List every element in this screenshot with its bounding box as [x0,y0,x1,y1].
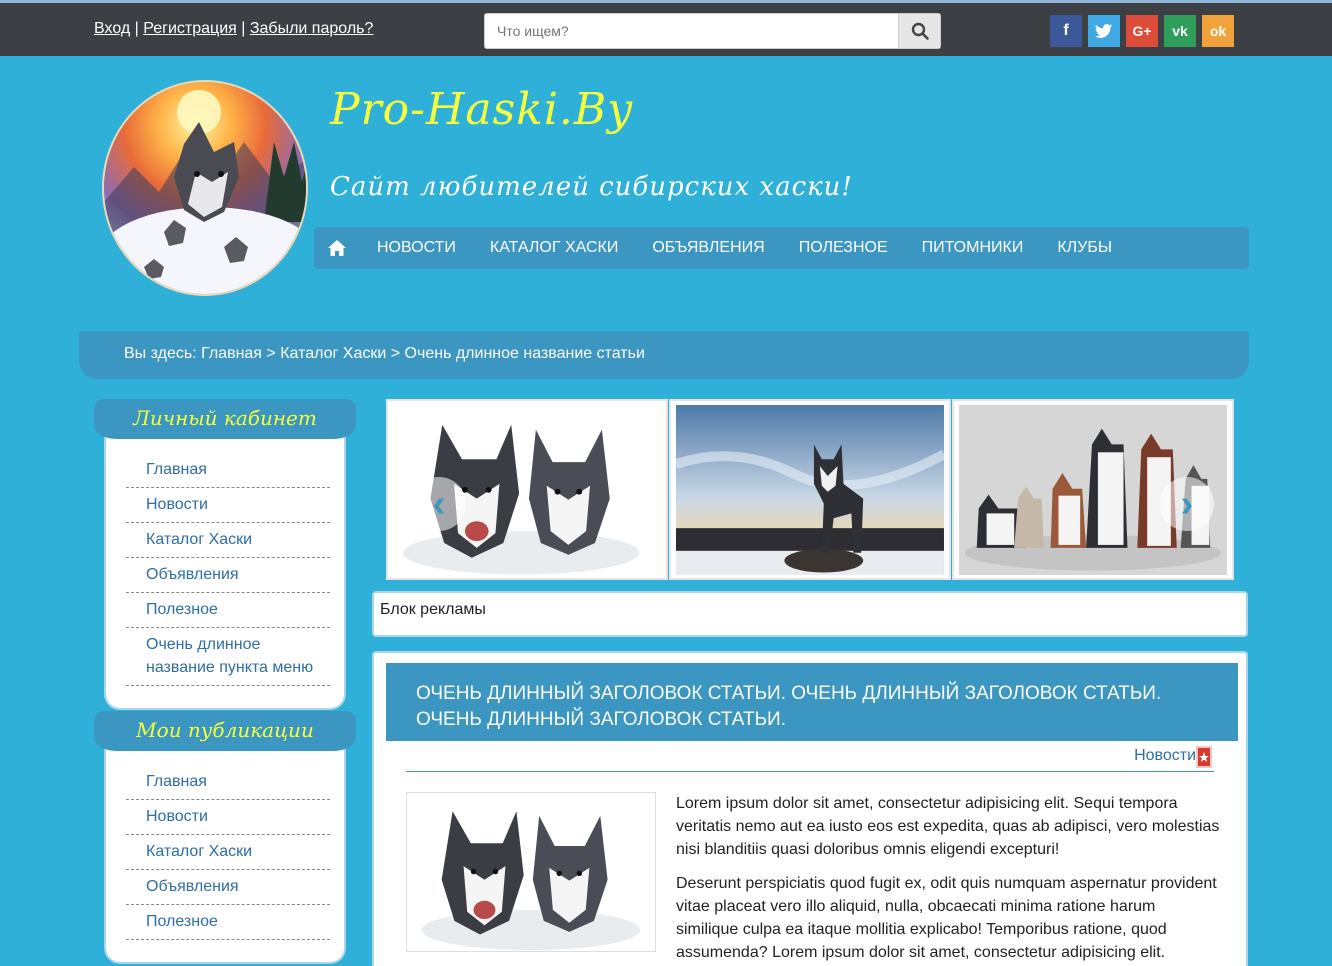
sidebar-publications-title: Мои публикации [94,711,356,751]
nav-item-catalog[interactable]: Каталог хаски [473,239,635,257]
search-input[interactable] [485,14,899,48]
nav-item-clubs[interactable]: Клубы [1040,239,1129,257]
chevron-right-icon: › [1180,482,1194,525]
auth-links: Вход | Регистрация | Забыли пароль? [94,20,373,38]
article: Очень длинный заголовок статьи. Очень дл… [372,651,1248,966]
odnoklassniki-button[interactable]: ok [1202,15,1234,47]
nav-item-news[interactable]: Новости [360,239,473,257]
ad-block: Блок рекламы [372,591,1248,637]
home-icon [328,240,346,256]
site-title[interactable]: Pro-Haski.By [330,84,633,135]
sidebar-item-ads[interactable]: Объявления [126,558,330,593]
facebook-button[interactable]: f [1050,15,1082,47]
sidebar-item-useful[interactable]: Полезное [126,905,330,940]
breadcrumb: Вы здесь: Главная > Каталог Хаски > Очен… [79,331,1249,379]
sidebar-item-catalog[interactable]: Каталог Хаски [126,523,330,558]
site-subtitle: Сайт любителей сибирских хаски! [330,172,853,202]
vk-icon: vk [1172,23,1188,39]
sidebar-item-long[interactable]: Очень длинное название пункта меню [126,628,330,686]
twitter-icon [1095,24,1112,38]
article-category-link[interactable]: Новости [1134,747,1196,765]
social-links: f G+ vk ok [1050,15,1234,47]
login-link[interactable]: Вход [94,20,130,37]
sidebar-publications: Мои публикации Главная Новости Каталог Х… [94,711,356,964]
nav-item-kennels[interactable]: Питомники [905,239,1041,257]
google-plus-button[interactable]: G+ [1126,15,1158,47]
top-bar: Вход | Регистрация | Забыли пароль? f G+… [0,0,1332,56]
sidebar-item-ads[interactable]: Объявления [126,870,330,905]
sidebar-cabinet: Личный кабинет Главная Новости Каталог Х… [94,399,356,710]
article-divider [406,771,1214,772]
search-box [484,13,941,49]
article-paragraph: Deserunt perspiciatis quod fugit ex, odi… [676,875,1217,961]
vk-button[interactable]: vk [1164,15,1196,47]
husky-logo-illustration [104,90,306,294]
nav-item-useful[interactable]: Полезное [782,239,905,257]
husky-sunset-image [676,405,944,576]
forgot-password-link[interactable]: Забыли пароль? [250,20,374,37]
facebook-icon: f [1063,22,1069,39]
article-text: Lorem ipsum dolor sit amet, consectetur … [676,792,1221,966]
category-badge-icon [1196,746,1212,768]
sidebar-cabinet-title: Личный кабинет [94,399,356,439]
auth-separator: | [134,20,139,37]
article-image[interactable] [406,792,656,952]
auth-separator: | [241,20,246,37]
two-huskies-thumbnail [407,793,655,951]
nav-home-button[interactable] [314,227,360,269]
main-nav: Новости Каталог хаски Объявления Полезно… [314,227,1249,269]
sidebar-item-news[interactable]: Новости [126,488,330,523]
sidebar-item-news[interactable]: Новости [126,800,330,835]
sidebar-item-home[interactable]: Главная [126,453,330,488]
sidebar-item-catalog[interactable]: Каталог Хаски [126,835,330,870]
sidebar-item-useful[interactable]: Полезное [126,593,330,628]
slider-prev-button[interactable]: ‹ [412,477,466,531]
article-paragraph: Lorem ipsum dolor sit amet, consectetur … [676,795,1220,858]
image-slider: ‹ › [386,399,1236,580]
twitter-button[interactable] [1088,15,1120,47]
sidebar-item-home[interactable]: Главная [126,765,330,800]
register-link[interactable]: Регистрация [143,20,237,37]
search-icon [911,22,929,40]
slide-husky-sunset[interactable] [669,399,951,580]
sidebar-cabinet-menu: Главная Новости Каталог Хаски Объявления… [104,437,346,710]
google-plus-icon: G+ [1132,23,1152,39]
site-logo-image[interactable] [102,80,308,296]
chevron-left-icon: ‹ [432,482,446,525]
search-button[interactable] [898,14,940,48]
odnoklassniki-icon: ok [1209,23,1227,39]
slider-next-button[interactable]: › [1160,477,1214,531]
article-title[interactable]: Очень длинный заголовок статьи. Очень дл… [386,663,1238,741]
nav-item-ads[interactable]: Объявления [635,239,781,257]
sidebar-publications-menu: Главная Новости Каталог Хаски Объявления… [104,749,346,964]
